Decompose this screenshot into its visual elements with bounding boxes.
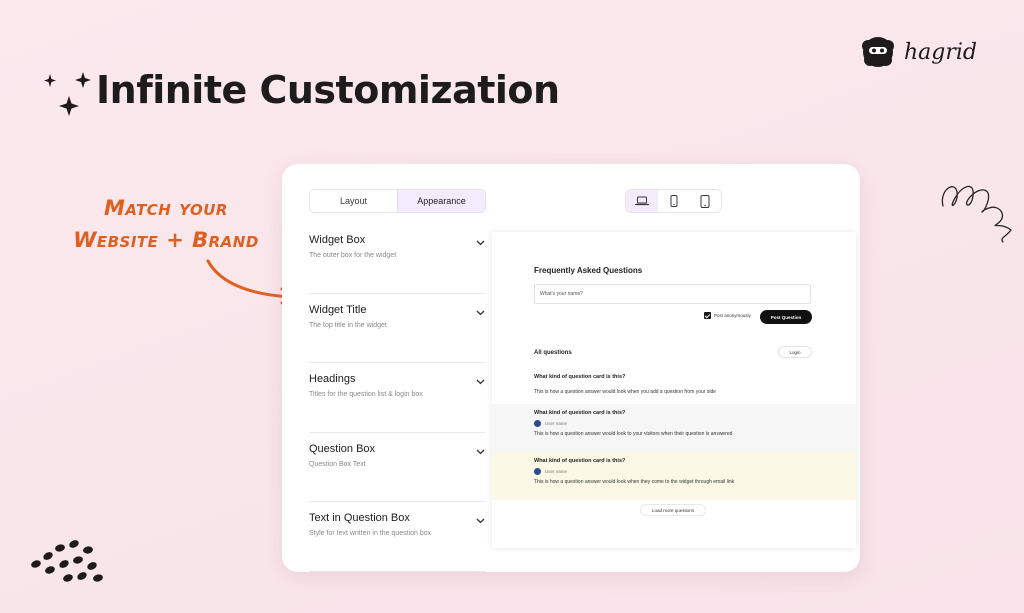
tab-appearance[interactable]: Appearance [397,190,485,212]
user-name: User name [545,469,568,474]
question-title: What kind of question card is this? [534,410,626,416]
laptop-icon [634,196,649,206]
chevron-down-icon[interactable] [476,518,485,524]
chevron-down-icon[interactable] [476,310,485,316]
question-user: User name [534,468,856,475]
question-user: User name [534,420,856,427]
setting-headings[interactable]: Headings Titles for the question list & … [309,363,485,433]
device-desktop-button[interactable] [626,190,658,212]
load-more-button[interactable]: Load more questions [640,504,706,516]
callout-text: Match your Website + Brand [56,192,276,256]
setting-title: Headings [309,373,356,385]
dots-decoration-icon [31,540,103,582]
setting-widget-title[interactable]: Widget Title The top title in the widget [309,294,485,363]
setting-title: Widget Box [309,234,366,246]
chevron-down-icon[interactable] [476,449,485,455]
squiggle-icon [941,185,1012,243]
setting-title: Widget Title [309,303,367,316]
mode-tabs: Layout Appearance [309,189,486,213]
hagrid-logo-icon [862,37,894,67]
question-card[interactable]: What kind of question card is this? This… [492,372,856,402]
phone-icon [670,195,677,207]
callout-line-2: Website + Brand [73,228,259,252]
tab-layout[interactable]: Layout [310,190,397,212]
chevron-down-icon[interactable] [476,379,485,385]
page-headline: Infinite Customization [96,68,560,112]
question-card[interactable]: What kind of question card is this? User… [492,404,856,452]
post-anonymously-option[interactable]: Post anonymously [704,312,751,319]
brand-logo: hagrid [860,34,977,70]
setting-question-box[interactable]: Question Box Question Box Text [309,433,485,502]
customization-panel: Layout Appearance Widget Box The outer b… [282,164,860,572]
all-questions-heading: All questions [534,350,572,356]
setting-widget-box[interactable]: Widget Box The outer box for the widget [309,224,485,294]
faq-title: Frequently Asked Questions [534,266,643,275]
setting-title: Text in Question Box [309,512,410,524]
setting-description: Question Box Text [309,460,366,468]
setting-description: Titles for the question list & login box [309,391,423,398]
tablet-icon [700,194,710,208]
device-mobile-button[interactable] [658,190,690,212]
question-answer: This is how a question answer would look… [534,389,717,395]
setting-title: Question Box [309,442,376,455]
widget-preview: Frequently Asked Questions What's your n… [492,232,856,548]
login-button[interactable]: Login [778,346,812,358]
name-input[interactable]: What's your name? [534,284,811,304]
brand-name: hagrid [904,39,978,65]
anonymous-checkbox[interactable] [704,312,711,319]
avatar [534,420,541,427]
callout-line-1: Match your [104,196,228,220]
question-answer: This is how a question answer would look… [534,479,735,485]
setting-description: The top title in the widget [309,321,387,329]
setting-description: The outer box for the widget [309,252,397,259]
question-title: What kind of question card is this? [534,374,626,380]
question-card[interactable]: What kind of question card is this? User… [492,452,856,500]
anonymous-label: Post anonymously [714,313,751,318]
post-question-button[interactable]: Post Question [760,310,812,324]
question-answer: This is how a question answer would look… [534,431,733,437]
question-title: What kind of question card is this? [534,458,626,464]
user-name: User name [545,421,568,426]
sparkles-icon [44,72,91,116]
setting-description: Style for text written in the question b… [309,530,432,537]
chevron-down-icon[interactable] [476,240,485,246]
device-toggle [625,189,722,213]
appearance-settings-list: Widget Box The outer box for the widget … [309,224,485,572]
setting-text-in-question-box[interactable]: Text in Question Box Style for text writ… [309,502,485,572]
avatar [534,468,541,475]
device-tablet-button[interactable] [689,190,721,212]
